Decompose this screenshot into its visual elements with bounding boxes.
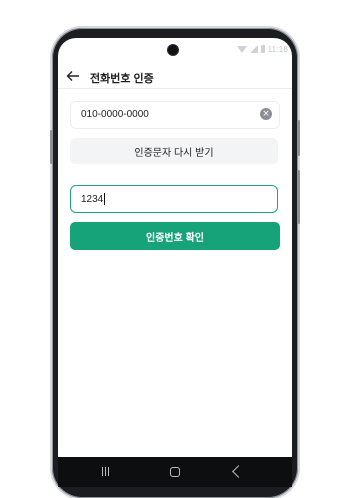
clear-icon[interactable]: × (260, 108, 272, 120)
side-button-right-2 (297, 170, 300, 224)
verification-code-input[interactable]: 1234 (70, 185, 278, 213)
confirm-code-button[interactable]: 인증번호 확인 (70, 222, 280, 250)
signal-icon (249, 45, 258, 53)
verification-code-value: 1234 (81, 193, 106, 205)
battery-icon (260, 45, 265, 53)
screen: 11:18 전화번호 인증 010-0000-0000 × 인증문자 다시 받기… (58, 38, 292, 487)
home-icon[interactable] (170, 467, 180, 477)
back-button[interactable] (66, 70, 80, 82)
side-button-right-1 (297, 120, 300, 156)
status-icons: 11:18 (236, 44, 288, 54)
recent-apps-icon[interactable] (102, 467, 109, 476)
status-bar: 11:18 (58, 38, 292, 60)
status-time: 11:18 (267, 44, 288, 54)
navigation-bar (58, 457, 292, 487)
header: 전화번호 인증 (58, 64, 292, 89)
camera-icon (168, 45, 178, 55)
page-title: 전화번호 인증 (90, 73, 154, 85)
phone-number-input[interactable]: 010-0000-0000 × (70, 101, 280, 129)
side-button-left (50, 130, 53, 164)
phone-number-value: 010-0000-0000 (81, 109, 149, 120)
resend-code-button[interactable]: 인증문자 다시 받기 (70, 138, 278, 164)
text-caret (104, 193, 106, 205)
code-text: 1234 (81, 193, 104, 205)
arrow-left-icon (66, 71, 79, 81)
back-nav-icon[interactable] (232, 465, 245, 478)
wifi-icon (236, 45, 247, 53)
